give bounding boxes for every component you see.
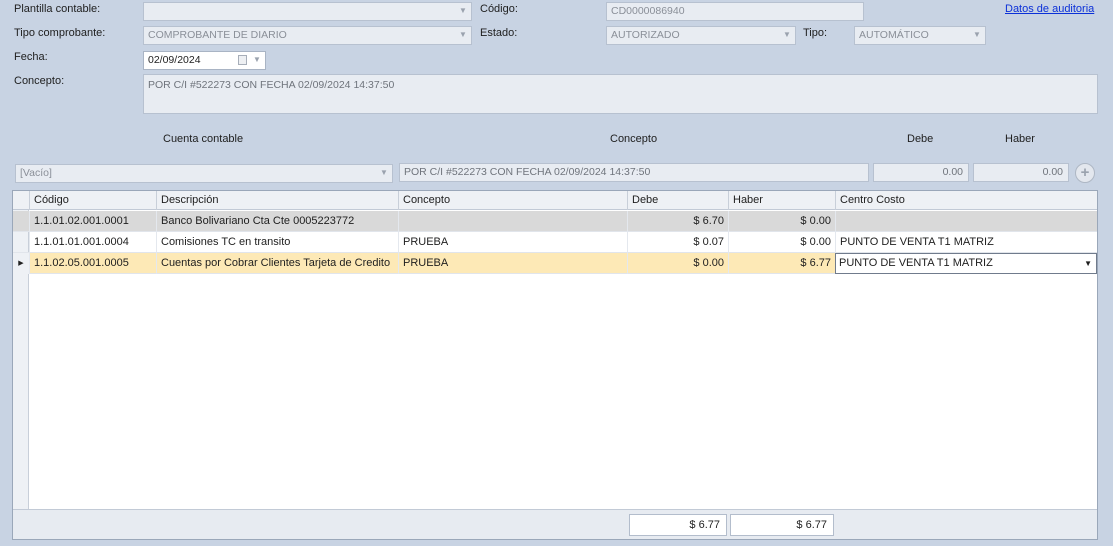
concepto-textarea[interactable]: POR C/I #522273 CON FECHA 02/09/2024 14:…: [143, 74, 1098, 114]
cuenta-contable-value: [Vacío]: [20, 167, 52, 179]
estado-value: AUTORIZADO: [611, 29, 680, 41]
grid-header: Código Descripción Concepto Debe Haber C…: [13, 191, 1097, 210]
total-haber: $ 6.77: [730, 514, 834, 536]
estado-label: Estado:: [480, 27, 518, 39]
col-descripcion[interactable]: Descripción: [156, 191, 398, 210]
tipo-value: AUTOMÁTICO: [859, 29, 929, 41]
col-haber[interactable]: Haber: [728, 191, 835, 210]
centro-costo-value: PUNTO DE VENTA T1 MATRIZ: [839, 257, 993, 269]
datos-auditoria-link[interactable]: Datos de auditoria: [1005, 3, 1094, 15]
tipo-label: Tipo:: [803, 27, 828, 39]
cell-haber: $ 0.00: [728, 232, 835, 253]
entry-concepto-value: POR C/I #522273 CON FECHA 02/09/2024 14:…: [404, 166, 651, 178]
cell-debe: $ 6.70: [627, 211, 728, 232]
accounting-grid[interactable]: Código Descripción Concepto Debe Haber C…: [12, 190, 1098, 540]
plus-icon: +: [1080, 164, 1090, 181]
cell-descripcion: Cuentas por Cobrar Clientes Tarjeta de C…: [156, 253, 398, 274]
codigo-field[interactable]: CD0000086940: [606, 2, 864, 21]
tipo-comprobante-value: COMPROBANTE DE DIARIO: [148, 29, 287, 41]
entry-haber-input[interactable]: 0.00: [973, 163, 1069, 182]
plantilla-label: Plantilla contable:: [14, 3, 101, 15]
table-row[interactable]: 1.1.01.02.001.0001 Banco Bolivariano Cta…: [13, 211, 1097, 232]
col-debe[interactable]: Debe: [627, 191, 728, 210]
cell-concepto: [398, 211, 627, 232]
cuenta-contable-header: Cuenta contable: [163, 133, 244, 145]
concepto-value: POR C/I #522273 CON FECHA 02/09/2024 14:…: [148, 79, 395, 91]
current-row-arrow-icon: ▶: [13, 253, 29, 274]
centro-costo-editor[interactable]: PUNTO DE VENTA T1 MATRIZ ▼: [835, 253, 1097, 274]
cell-haber: $ 0.00: [728, 211, 835, 232]
row-indicator: [13, 232, 29, 253]
col-codigo[interactable]: Código: [29, 191, 156, 210]
haber-header: Haber: [1005, 133, 1035, 145]
cuenta-contable-select[interactable]: [Vacío] ▼: [15, 164, 393, 183]
cell-concepto: PRUEBA: [398, 253, 627, 274]
codigo-label: Código:: [480, 3, 518, 15]
cell-centro-costo: PUNTO DE VENTA T1 MATRIZ: [835, 232, 1097, 253]
cell-codigo: 1.1.01.02.001.0001: [29, 211, 156, 232]
concepto-header: Concepto: [610, 133, 658, 145]
col-concepto[interactable]: Concepto: [398, 191, 627, 210]
concepto-label: Concepto:: [14, 75, 65, 87]
calendar-icon: [238, 55, 247, 65]
cell-concepto: PRUEBA: [398, 232, 627, 253]
codigo-value: CD0000086940: [611, 5, 685, 17]
debe-header: Debe: [907, 133, 934, 145]
tipo-comprobante-select[interactable]: COMPROBANTE DE DIARIO ▼: [143, 26, 472, 45]
cell-debe: $ 0.00: [627, 253, 728, 274]
estado-select[interactable]: AUTORIZADO ▼: [606, 26, 796, 45]
row-indicator: [13, 211, 29, 232]
cell-descripcion: Banco Bolivariano Cta Cte 0005223772: [156, 211, 398, 232]
col-centro-costo[interactable]: Centro Costo: [835, 191, 1097, 210]
cell-codigo: 1.1.02.05.001.0005: [29, 253, 156, 274]
chevron-down-icon: ▼: [973, 30, 981, 39]
fecha-date-picker[interactable]: 02/09/2024 ▼: [143, 51, 266, 70]
cell-descripcion: Comisiones TC en transito: [156, 232, 398, 253]
tipo-comprobante-label: Tipo comprobante:: [14, 27, 106, 39]
tipo-select[interactable]: AUTOMÁTICO ▼: [854, 26, 986, 45]
fecha-label: Fecha:: [14, 51, 48, 63]
fecha-value: 02/09/2024: [148, 54, 201, 66]
chevron-down-icon: ▼: [783, 30, 791, 39]
entry-concepto-input[interactable]: POR C/I #522273 CON FECHA 02/09/2024 14:…: [399, 163, 869, 182]
chevron-down-icon: ▼: [459, 6, 467, 15]
chevron-down-icon: ▼: [459, 30, 467, 39]
entry-debe-input[interactable]: 0.00: [873, 163, 969, 182]
total-debe: $ 6.77: [629, 514, 727, 536]
cell-debe: $ 0.07: [627, 232, 728, 253]
plantilla-select[interactable]: ▼: [143, 2, 472, 21]
chevron-down-icon: ▼: [253, 55, 261, 64]
cell-codigo: 1.1.01.01.001.0004: [29, 232, 156, 253]
add-line-button[interactable]: +: [1075, 163, 1095, 183]
chevron-down-icon: ▼: [380, 168, 388, 177]
cell-centro-costo: [835, 211, 1097, 232]
chevron-down-icon[interactable]: ▼: [1084, 254, 1092, 273]
cell-haber: $ 6.77: [728, 253, 835, 274]
table-row-selected[interactable]: ▶ 1.1.02.05.001.0005 Cuentas por Cobrar …: [13, 253, 1097, 274]
table-row[interactable]: 1.1.01.01.001.0004 Comisiones TC en tran…: [13, 232, 1097, 253]
grid-footer: $ 6.77 $ 6.77: [13, 509, 1097, 539]
